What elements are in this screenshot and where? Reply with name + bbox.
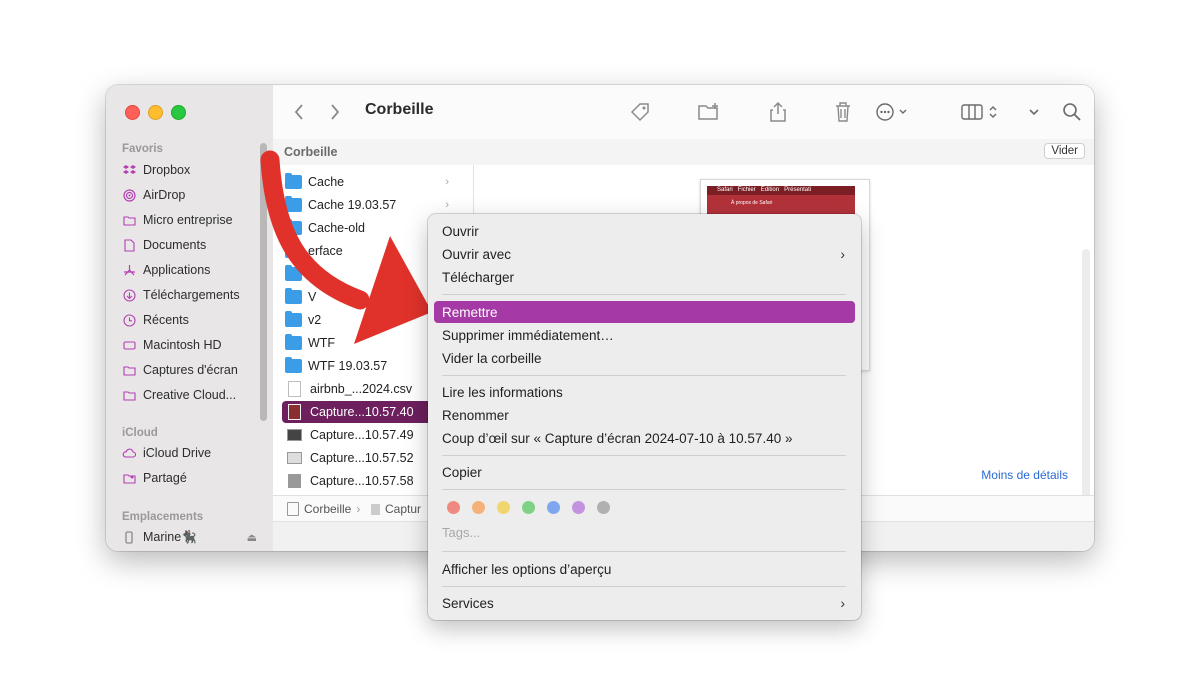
menu-item-copier[interactable]: Copier (434, 461, 855, 483)
menu-item-supprimer-immediatement[interactable]: Supprimer immédiatement… (434, 324, 855, 346)
tag-purple[interactable] (572, 501, 585, 514)
chevron-right-icon: › (840, 595, 845, 611)
menu-separator (442, 551, 846, 552)
menu-item-vider-corbeille[interactable]: Vider la corbeille (434, 347, 855, 369)
tag-orange[interactable] (472, 501, 485, 514)
tag-green[interactable] (522, 501, 535, 514)
menu-item-coup-doeil[interactable]: Coup d’œil sur « Capture d’écran 2024-07… (434, 427, 855, 449)
menu-item-ouvrir[interactable]: Ouvrir (434, 220, 855, 242)
menu-item-lire-informations[interactable]: Lire les informations (434, 381, 855, 403)
tag-blue[interactable] (547, 501, 560, 514)
tag-red[interactable] (447, 501, 460, 514)
menu-item-telecharger[interactable]: Télécharger (434, 266, 855, 288)
menu-item-ouvrir-avec[interactable]: Ouvrir avec › (434, 243, 855, 265)
tag-gray[interactable] (597, 501, 610, 514)
menu-separator (442, 586, 846, 587)
context-menu: Ouvrir Ouvrir avec › Télécharger Remettre… (428, 214, 861, 620)
menu-item-renommer[interactable]: Renommer (434, 404, 855, 426)
menu-separator (442, 455, 846, 456)
menu-item-remettre[interactable]: Remettre (434, 301, 855, 323)
tags-field[interactable]: Tags... (442, 525, 480, 540)
menu-item-services[interactable]: Services › (434, 592, 855, 614)
menu-separator (442, 489, 846, 490)
menu-item-options-apercu[interactable]: Afficher les options d’aperçu (434, 558, 855, 580)
tag-yellow[interactable] (497, 501, 510, 514)
menu-separator (442, 375, 846, 376)
chevron-right-icon: › (840, 246, 845, 262)
menu-separator (442, 294, 846, 295)
